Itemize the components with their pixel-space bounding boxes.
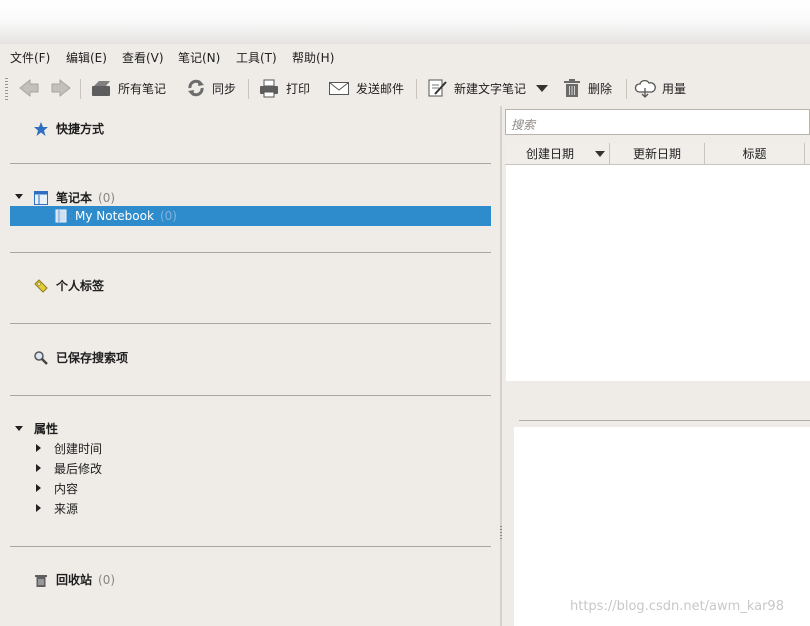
notebooks-section[interactable]: 笔记本 (0)	[34, 189, 115, 206]
toolbar-grip[interactable]	[5, 78, 8, 100]
saved-searches-section[interactable]: 已保存搜索项	[34, 349, 128, 366]
tags-label: 个人标签	[56, 279, 105, 293]
trash-icon	[564, 79, 580, 97]
watermark-text: https://blog.csdn.net/awm_kar98	[570, 599, 784, 614]
trash-label: 回收站	[56, 573, 93, 587]
collapse-notebooks-icon[interactable]	[15, 194, 23, 199]
collapse-attributes-icon[interactable]	[15, 426, 23, 431]
send-email-button[interactable]: 发送邮件	[328, 70, 404, 106]
divider	[10, 395, 491, 396]
send-email-label: 发送邮件	[356, 81, 405, 96]
new-note-dropdown[interactable]	[536, 70, 548, 106]
notebook-icon	[34, 190, 48, 205]
menu-file[interactable]: 文件(F)	[10, 49, 50, 66]
delete-label: 删除	[588, 81, 613, 96]
toolbar-separator	[248, 79, 249, 99]
column-created-date[interactable]: 创建日期	[505, 143, 610, 165]
notebook-small-icon	[55, 209, 67, 223]
menu-edit[interactable]: 编辑(E)	[66, 49, 107, 66]
column-title[interactable]: 标题	[705, 143, 805, 165]
usage-button[interactable]: 用量	[634, 70, 686, 106]
star-icon	[34, 121, 48, 136]
saved-searches-label: 已保存搜索项	[56, 351, 129, 365]
new-text-note-button[interactable]: 新建文字笔记	[426, 70, 526, 106]
dropdown-arrow-icon	[536, 85, 548, 92]
menu-view[interactable]: 查看(V)	[122, 49, 164, 66]
attributes-label: 属性	[34, 422, 59, 436]
menu-tools[interactable]: 工具(T)	[236, 49, 277, 66]
tags-section[interactable]: 个人标签	[34, 277, 104, 294]
notebooks-label: 笔记本	[56, 191, 93, 205]
attr-created-time[interactable]: 创建时间	[54, 440, 102, 457]
divider	[10, 163, 491, 164]
notebook-stack-icon	[92, 81, 110, 96]
toolbar-separator	[416, 79, 417, 99]
tag-icon	[34, 278, 48, 293]
notebooks-count: (0)	[98, 191, 116, 205]
expand-modified-icon[interactable]	[36, 464, 41, 472]
note-preview-pane[interactable]	[514, 427, 810, 626]
search-input[interactable]: 搜索	[505, 109, 810, 135]
sort-desc-icon	[595, 151, 605, 157]
pane-splitter[interactable]	[500, 106, 502, 626]
trash-count: (0)	[98, 573, 116, 587]
print-label: 打印	[286, 81, 311, 96]
splitter-grip	[500, 526, 502, 540]
toolbar-separator	[80, 79, 81, 99]
menu-note[interactable]: 笔记(N)	[178, 49, 220, 66]
menubar: 文件(F) 编辑(E) 查看(V) 笔记(N) 工具(T) 帮助(H)	[0, 44, 810, 70]
left-sidebar	[0, 106, 500, 626]
attr-content[interactable]: 内容	[54, 480, 78, 497]
magnifier-icon	[34, 350, 48, 365]
column-title-label: 标题	[742, 147, 767, 161]
attr-source[interactable]: 来源	[54, 500, 78, 517]
printer-icon	[260, 79, 278, 98]
expand-created-icon[interactable]	[36, 444, 41, 452]
column-created-date-label: 创建日期	[525, 147, 574, 161]
cloud-usage-icon	[634, 79, 656, 98]
attr-last-modified[interactable]: 最后修改	[54, 460, 102, 477]
window-titlebar	[0, 0, 810, 44]
envelope-icon	[329, 82, 349, 95]
shortcuts-section[interactable]: 快捷方式	[34, 120, 104, 137]
notebook-item-content: My Notebook (0)	[55, 209, 177, 223]
divider	[10, 546, 491, 547]
notebook-item-label: My Notebook	[75, 209, 154, 223]
column-updated-date-label: 更新日期	[632, 147, 681, 161]
usage-label: 用量	[662, 81, 687, 96]
back-button[interactable]	[18, 70, 40, 106]
divider	[10, 252, 491, 253]
column-updated-date[interactable]: 更新日期	[610, 143, 705, 165]
note-list-header: 创建日期 更新日期 标题	[505, 143, 810, 165]
forward-button[interactable]	[50, 70, 72, 106]
expand-source-icon[interactable]	[36, 504, 41, 512]
divider	[10, 323, 491, 324]
menu-help[interactable]: 帮助(H)	[292, 49, 334, 66]
toolbar: 所有笔记 同步 打印 发送邮件 新建文字笔记 删除 用量	[0, 70, 810, 106]
new-note-icon	[428, 79, 447, 97]
sync-label: 同步	[212, 81, 237, 96]
print-button[interactable]: 打印	[258, 70, 310, 106]
horizontal-splitter[interactable]	[519, 420, 810, 421]
all-notes-label: 所有笔记	[118, 81, 167, 96]
attributes-section[interactable]: 属性	[34, 420, 58, 437]
delete-button[interactable]: 删除	[562, 70, 612, 106]
expand-content-icon[interactable]	[36, 484, 41, 492]
toolbar-separator	[626, 79, 627, 99]
new-text-note-label: 新建文字笔记	[454, 81, 527, 96]
trash-small-icon	[35, 574, 47, 587]
notebook-item-count: (0)	[159, 209, 177, 223]
note-list[interactable]	[506, 165, 810, 381]
forward-arrow-icon	[51, 78, 71, 98]
shortcuts-label: 快捷方式	[56, 122, 105, 136]
sync-button[interactable]: 同步	[186, 70, 236, 106]
back-arrow-icon	[19, 78, 39, 98]
all-notes-button[interactable]: 所有笔记	[90, 70, 166, 106]
trash-section[interactable]: 回收站 (0)	[34, 571, 115, 588]
sync-icon	[188, 79, 204, 97]
